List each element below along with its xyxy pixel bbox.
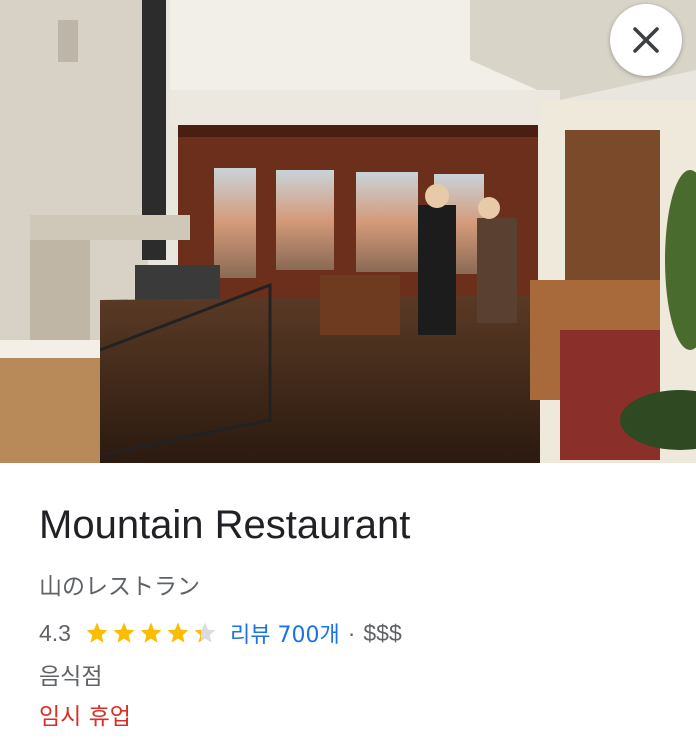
- rating-row: 4.3 리뷰 700개 · $$$: [39, 617, 402, 649]
- place-info-panel: Mountain Restaurant 山のレストラン 4.3 리뷰 700개 …: [0, 463, 696, 750]
- star-icon: [140, 622, 162, 643]
- place-native-name: 山のレストラン: [39, 574, 200, 600]
- place-title: Mountain Restaurant: [39, 503, 411, 547]
- star-icon: [194, 622, 216, 643]
- price-level: $$$: [363, 619, 402, 646]
- star-icon: [113, 622, 135, 643]
- reviews-link[interactable]: 리뷰 700개: [230, 617, 340, 649]
- place-category: 음식점: [39, 664, 103, 690]
- separator-dot: ·: [347, 619, 356, 646]
- rating-value: 4.3: [39, 619, 71, 646]
- place-photo[interactable]: [0, 0, 696, 463]
- close-icon: [633, 27, 659, 53]
- star-icon: [86, 622, 108, 643]
- star-icon: [167, 622, 189, 643]
- rating-stars: [85, 621, 220, 645]
- close-button[interactable]: [610, 4, 682, 76]
- place-status: 임시 휴업: [39, 704, 131, 730]
- restaurant-interior-image: [0, 0, 696, 463]
